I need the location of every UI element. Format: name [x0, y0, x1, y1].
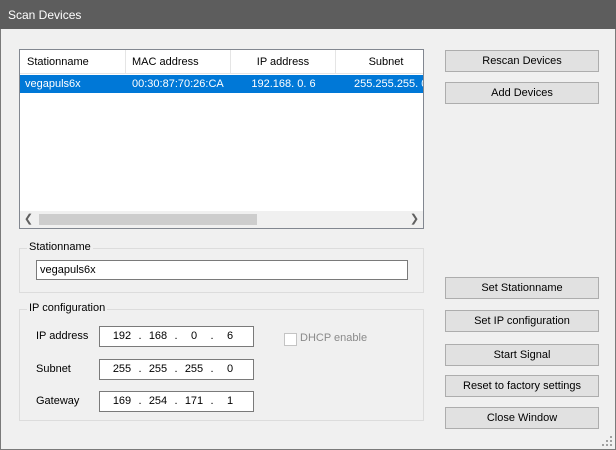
subnet-octet[interactable]: 255 [108, 360, 136, 379]
device-subnet-cell: 255.255.255. 0 [354, 78, 423, 90]
dhcp-enable-checkbox[interactable] [284, 333, 297, 346]
rescan-devices-button[interactable]: Rescan Devices [445, 50, 599, 72]
device-list[interactable]: Stationname MAC address IP address Subne… [19, 49, 424, 229]
gateway-octet[interactable]: 169 [108, 392, 136, 411]
ip-separator: . [138, 330, 142, 342]
stationname-group: Stationname vegapuls6x [19, 241, 424, 293]
scrollbar-thumb[interactable] [39, 214, 257, 225]
device-row[interactable]: vegapuls6x 00:30:87:70:26:CA 192.168. 0.… [20, 75, 423, 93]
add-devices-button[interactable]: Add Devices [445, 82, 599, 104]
title-bar: Scan Devices [0, 0, 616, 29]
subnet-label: Subnet [36, 363, 71, 375]
device-ip-cell: 192.168. 0. 6 [251, 78, 316, 90]
column-header-ip-address[interactable]: IP address [231, 50, 336, 74]
gateway-octet[interactable]: 171 [180, 392, 208, 411]
reset-factory-settings-button[interactable]: Reset to factory settings [445, 375, 599, 397]
dhcp-enable-label: DHCP enable [300, 332, 368, 344]
column-header-subnet[interactable]: Subnet [336, 50, 423, 74]
device-stationname-cell: vegapuls6x [25, 78, 81, 90]
gateway-octet[interactable]: 1 [216, 392, 244, 411]
column-header-mac-address[interactable]: MAC address [126, 50, 231, 74]
ip-address-label: IP address [36, 330, 89, 342]
dialog-body: Stationname MAC address IP address Subne… [0, 29, 616, 450]
window-title: Scan Devices [8, 8, 82, 22]
column-header-stationname[interactable]: Stationname [20, 50, 126, 74]
chevron-left-icon[interactable]: ❮ [20, 211, 37, 228]
ip-separator: . [210, 330, 214, 342]
ip-separator: . [138, 363, 142, 375]
chevron-right-icon[interactable]: ❯ [406, 211, 423, 228]
stationname-input[interactable]: vegapuls6x [36, 260, 408, 280]
ip-configuration-group: IP configuration IP address 192 . 168 . … [19, 302, 424, 421]
set-ip-configuration-button[interactable]: Set IP configuration [445, 310, 599, 332]
subnet-octet[interactable]: 0 [216, 360, 244, 379]
subnet-octet[interactable]: 255 [180, 360, 208, 379]
ip-address-field[interactable]: 192 . 168 . 0 . 6 [99, 326, 254, 347]
gateway-field[interactable]: 169 . 254 . 171 . 1 [99, 391, 254, 412]
ip-octet[interactable]: 6 [216, 327, 244, 346]
start-signal-button[interactable]: Start Signal [445, 344, 599, 366]
set-stationname-button[interactable]: Set Stationname [445, 277, 599, 299]
ip-separator: . [210, 395, 214, 407]
close-window-button[interactable]: Close Window [445, 407, 599, 429]
ip-separator: . [174, 395, 178, 407]
stationname-group-label: Stationname [27, 241, 93, 253]
ip-separator: . [174, 330, 178, 342]
subnet-octet[interactable]: 255 [144, 360, 172, 379]
ip-separator: . [210, 363, 214, 375]
ip-configuration-group-label: IP configuration [27, 302, 108, 314]
ip-separator: . [138, 395, 142, 407]
gateway-octet[interactable]: 254 [144, 392, 172, 411]
gateway-label: Gateway [36, 395, 80, 407]
device-list-header: Stationname MAC address IP address Subne… [20, 50, 423, 74]
horizontal-scrollbar[interactable]: ❮ ❯ [20, 211, 423, 228]
ip-octet[interactable]: 168 [144, 327, 172, 346]
ip-octet[interactable]: 192 [108, 327, 136, 346]
device-mac-cell: 00:30:87:70:26:CA [132, 78, 224, 90]
ip-separator: . [174, 363, 178, 375]
ip-octet[interactable]: 0 [180, 327, 208, 346]
resize-grip-icon[interactable] [602, 436, 612, 446]
subnet-field[interactable]: 255 . 255 . 255 . 0 [99, 359, 254, 380]
